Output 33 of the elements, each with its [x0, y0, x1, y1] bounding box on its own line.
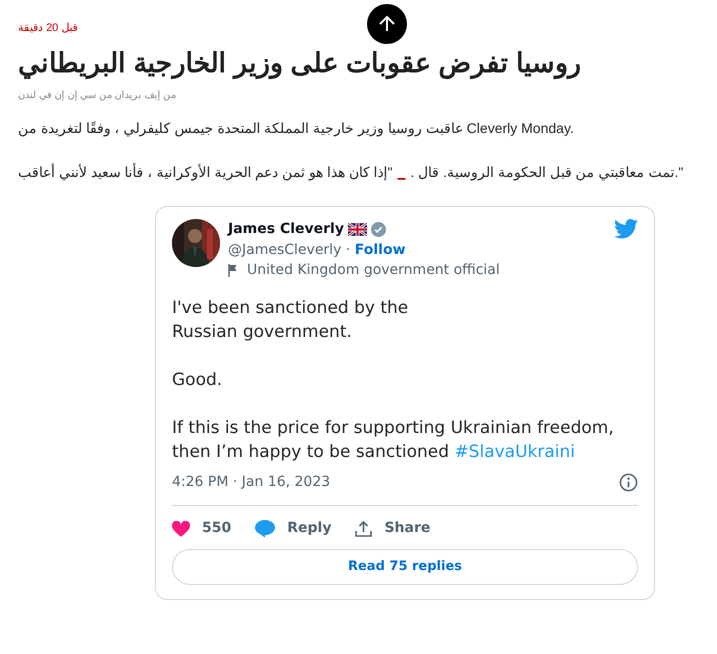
tweet-text: Good. [172, 369, 224, 392]
reply-button[interactable]: Reply [255, 518, 332, 539]
author-handle: @JamesCleverly [228, 242, 342, 258]
hashtag-link[interactable]: #SlavaUkraini [454, 442, 576, 462]
bird-icon [614, 219, 638, 239]
read-replies-button[interactable]: Read 75 replies [172, 549, 638, 584]
share-icon [355, 520, 372, 537]
verified-badge-icon [370, 222, 386, 237]
article-paragraph: عاقبت روسيا وزير خارجية المملكة المتحدة جيمس كليفرلي ، وفقًا لتغريدة من Cleverly Monday. [18, 119, 575, 138]
union-flag-icon [348, 223, 367, 236]
share-button[interactable]: Share [355, 518, 430, 539]
separator: · [346, 242, 350, 258]
inline-link[interactable]: _ [398, 162, 406, 183]
author-name: James Cleverly [228, 220, 344, 239]
tweet-timestamp: 4:26 PM · Jan 16, 2023 [172, 473, 330, 492]
tweet-text: I've been sanctioned by the [172, 297, 410, 320]
paragraph-text: "إذا كان هذا هو ثمن دعم الحرية الأوكرانية ، فأنا سعيد لأنني أعاقب [18, 162, 393, 182]
flag-icon [228, 264, 239, 276]
arrow-up-icon [377, 14, 397, 34]
scroll-top-button[interactable] [367, 4, 407, 44]
info-icon[interactable] [619, 473, 638, 492]
tweet-text: If this is the price for supporting Ukrainian freedom, [172, 417, 615, 440]
byline: من إيف بريدان من سي إن إن في لندن [18, 89, 178, 103]
paragraph-text: ".تمت معاقبتي من قبل الحكومة الروسية. قال . [410, 163, 684, 182]
account-label: United Kingdom government official [247, 261, 500, 280]
like-button[interactable]: 550 [172, 518, 232, 539]
speech-bubble-icon [255, 520, 276, 538]
follow-link[interactable]: Follow [354, 242, 406, 258]
headline: روسيا تفرض عقوبات على وزير الخارجية البريطاني [18, 47, 582, 80]
heart-icon [172, 520, 190, 536]
tweet-text: Russian government. [172, 321, 353, 344]
timestamp: قبل 20 دقيقة [18, 21, 78, 36]
tweet-text: then I’m happy to be sanctioned #SlavaUkraini [172, 441, 576, 464]
